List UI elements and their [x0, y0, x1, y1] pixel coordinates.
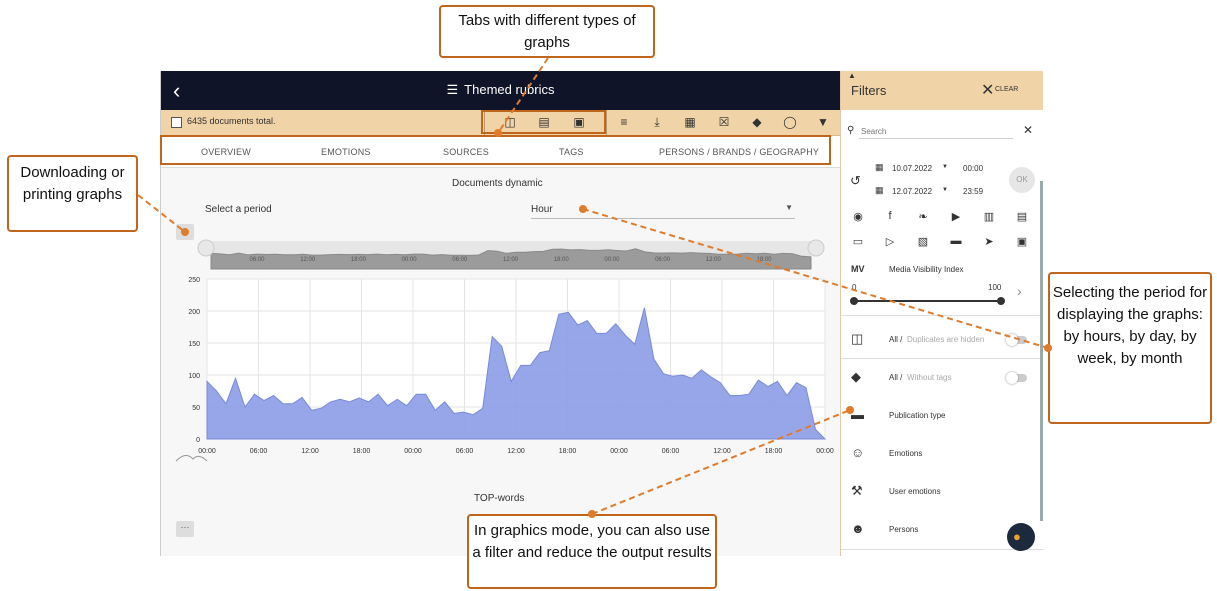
arrow-filter-end — [846, 406, 854, 414]
arrow-period — [582, 208, 1049, 349]
arrow-filter-start — [588, 510, 596, 518]
arrow-filter — [591, 409, 851, 515]
arrow-period-end — [1044, 344, 1052, 352]
arrow-download-end — [181, 228, 189, 236]
arrow-tabs-end — [494, 129, 502, 137]
arrow-download — [137, 194, 186, 233]
annotation-arrows — [137, 57, 1052, 518]
arrow-period-start — [579, 205, 587, 213]
arrow-tabs — [497, 57, 549, 134]
